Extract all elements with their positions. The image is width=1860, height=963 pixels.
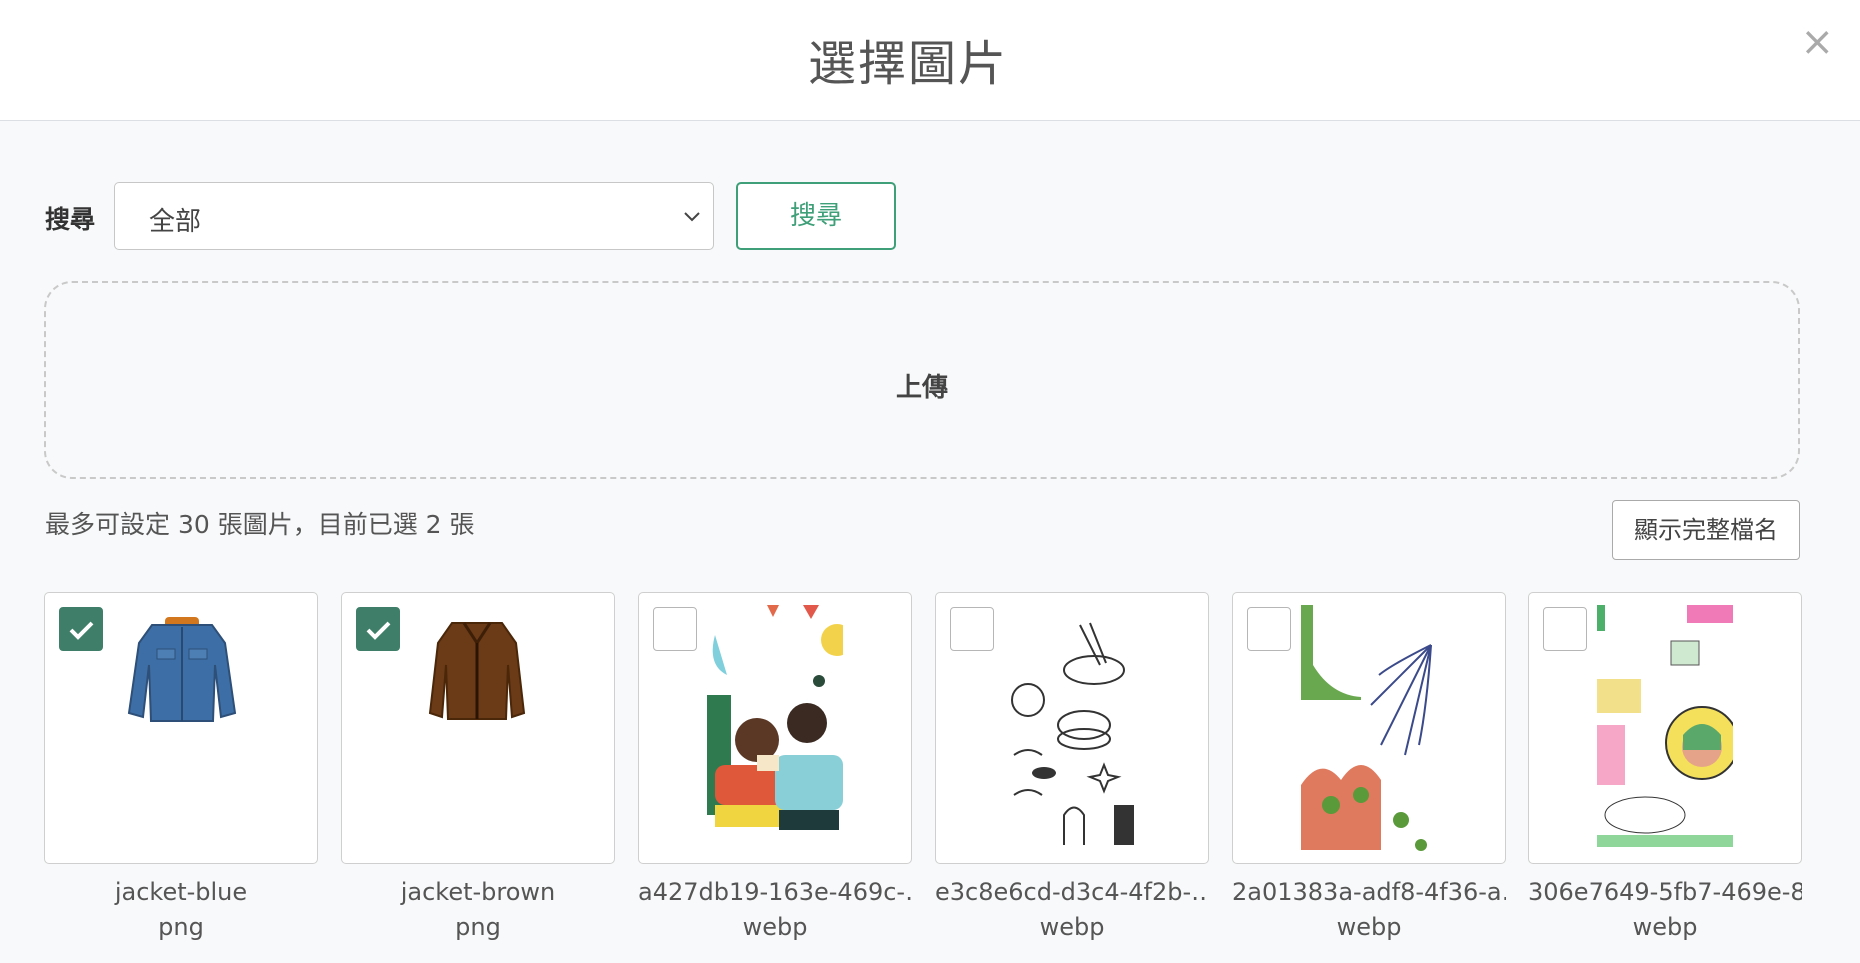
checkmark-icon xyxy=(69,621,94,640)
birthday-illustration-thumbnail xyxy=(707,605,843,855)
image-checkbox[interactable] xyxy=(653,607,697,651)
image-card[interactable] xyxy=(341,592,615,864)
image-checkbox[interactable] xyxy=(1543,607,1587,651)
doodle-pattern-thumbnail xyxy=(1004,605,1140,855)
image-extension: webp xyxy=(742,913,808,941)
upload-dropzone[interactable]: 上傳 xyxy=(44,281,1800,479)
image-filename: jacket-brown xyxy=(400,878,556,906)
chevron-down-icon xyxy=(684,212,700,222)
image-extension: webp xyxy=(1336,913,1402,941)
search-button[interactable]: 搜尋 xyxy=(736,182,896,250)
show-full-filename-button[interactable]: 顯示完整檔名 xyxy=(1612,500,1800,560)
image-extension: png xyxy=(455,913,501,941)
image-filename: jacket-blue xyxy=(114,878,248,906)
image-card[interactable] xyxy=(935,592,1209,864)
image-card[interactable] xyxy=(1528,592,1802,864)
image-checkbox[interactable] xyxy=(950,607,994,651)
modal-title: 選擇圖片 xyxy=(807,36,1008,92)
brown-jacket-thumbnail xyxy=(428,622,526,720)
blue-jacket-thumbnail xyxy=(127,617,237,722)
sticker-collage-thumbnail xyxy=(1597,605,1733,855)
search-label: 搜尋 xyxy=(45,205,96,234)
image-filename: 2a01383a-adf8-4f36-a… xyxy=(1232,878,1506,906)
image-checkbox[interactable] xyxy=(356,607,400,651)
abstract-leaves-thumbnail xyxy=(1301,605,1437,855)
image-filename: 306e7649-5fb7-469e-8… xyxy=(1528,878,1802,906)
selection-limit-text: 最多可設定 30 張圖片，目前已選 2 張 xyxy=(45,510,475,539)
upload-label: 上傳 xyxy=(895,373,948,403)
image-card[interactable] xyxy=(44,592,318,864)
image-card[interactable] xyxy=(1232,592,1506,864)
category-select-value: 全部 xyxy=(149,207,202,237)
image-filename: a427db19-163e-469c-… xyxy=(638,878,912,906)
image-card[interactable] xyxy=(638,592,912,864)
image-filename: e3c8e6cd-d3c4-4f2b-… xyxy=(935,878,1209,906)
image-checkbox[interactable] xyxy=(1247,607,1291,651)
image-checkbox[interactable] xyxy=(59,607,103,651)
modal-header: 選擇圖片 × xyxy=(0,0,1860,121)
checkmark-icon xyxy=(366,621,391,640)
image-extension: png xyxy=(158,913,204,941)
image-extension: webp xyxy=(1039,913,1105,941)
image-extension: webp xyxy=(1632,913,1698,941)
close-icon[interactable]: × xyxy=(1800,22,1834,62)
category-select[interactable]: 全部 xyxy=(114,182,714,250)
